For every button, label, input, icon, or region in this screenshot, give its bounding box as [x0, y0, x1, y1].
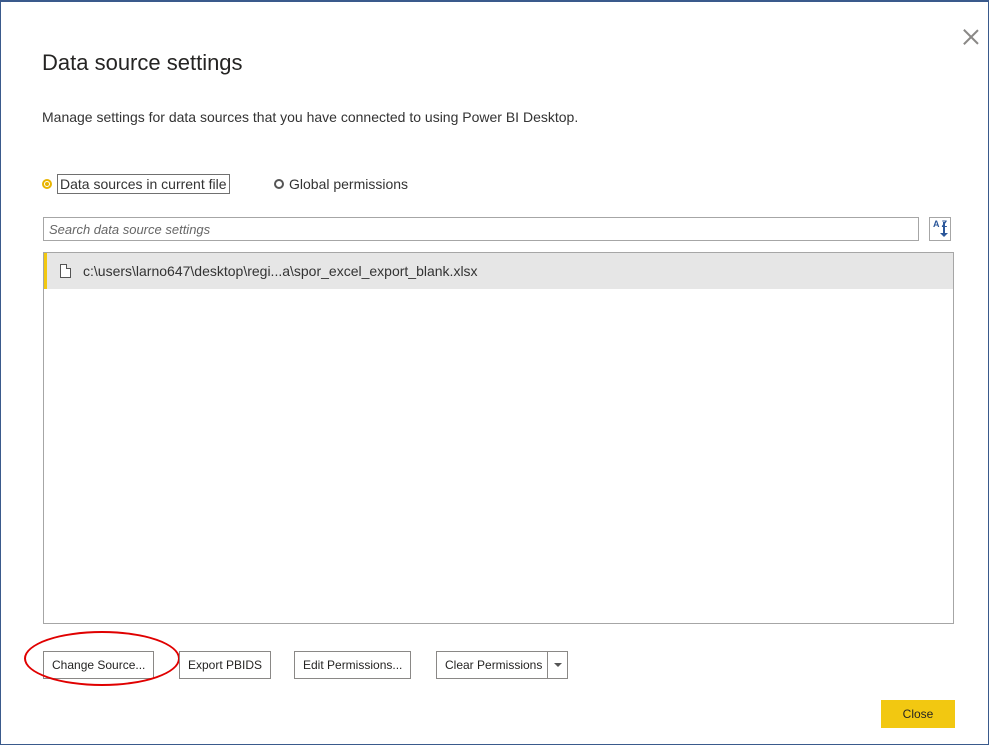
radio-global-permissions[interactable]: Global permissions [274, 174, 408, 194]
radio-unselected-icon [274, 179, 284, 189]
dialog-title: Data source settings [42, 50, 243, 75]
data-source-settings-dialog: Data source settings Manage settings for… [0, 0, 989, 745]
list-item[interactable]: c:\users\larno647\desktop\regi...a\spor_… [44, 253, 953, 289]
export-pbids-button[interactable]: Export PBIDS [179, 651, 272, 679]
radio-global-permissions-label: Global permissions [289, 176, 409, 192]
radio-current-file-label: Data sources in current file [57, 174, 230, 194]
radio-current-file[interactable]: Data sources in current file [42, 174, 230, 194]
edit-permissions-button[interactable]: Edit Permissions... [294, 651, 412, 679]
chevron-down-icon[interactable] [548, 651, 568, 679]
clear-permissions-button[interactable]: Clear Permissions [436, 651, 548, 679]
data-source-list: c:\users\larno647\desktop\regi...a\spor_… [43, 252, 954, 624]
data-source-path: c:\users\larno647\desktop\regi...a\spor_… [83, 263, 478, 279]
sort-arrow-icon [940, 222, 947, 237]
sort-button[interactable]: A Z [929, 217, 951, 241]
radio-selected-icon [42, 179, 52, 189]
change-source-button[interactable]: Change Source... [43, 651, 155, 679]
search-input[interactable] [43, 217, 919, 241]
dialog-subtitle: Manage settings for data sources that yo… [42, 109, 579, 125]
file-icon [60, 264, 71, 278]
sort-az-icon: A Z [933, 219, 948, 229]
close-icon[interactable] [961, 27, 981, 47]
close-button[interactable]: Close [881, 700, 955, 728]
